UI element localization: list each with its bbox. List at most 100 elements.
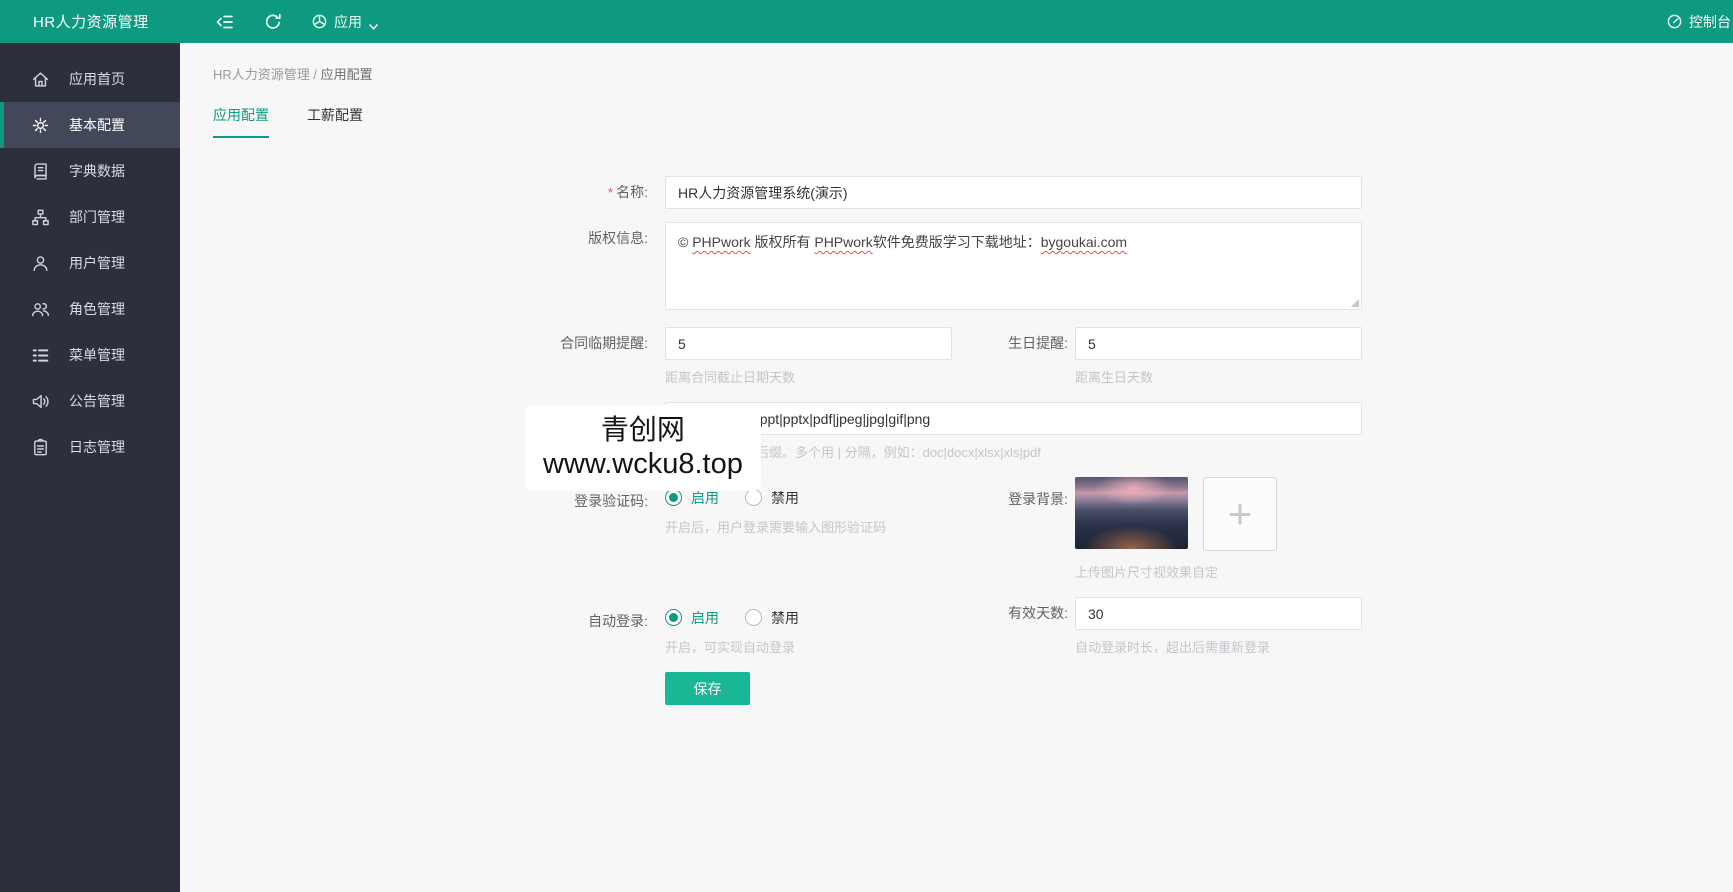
watermark: 青创网 www.wcku8.top bbox=[525, 405, 761, 491]
contract-reminder-label: 合同临期提醒: bbox=[560, 335, 648, 351]
tab-bar: 应用配置 工薪配置 bbox=[180, 83, 1733, 138]
org-chart-icon bbox=[31, 208, 50, 227]
sidebar-nav: 应用首页 基本配置 字典数据 部门管理 用户管理 角色管理 菜单管理 公告管理 … bbox=[0, 43, 180, 892]
sidebar-item-announcements[interactable]: 公告管理 bbox=[0, 378, 180, 424]
config-form: *名称: 版权信息: © PHPwork 版权所有 PHPwork软件免费版学习… bbox=[180, 176, 1733, 705]
sidebar-item-label: 公告管理 bbox=[69, 393, 125, 409]
valid-days-input[interactable] bbox=[1075, 597, 1362, 630]
tab-salary-config[interactable]: 工薪配置 bbox=[307, 105, 363, 138]
breadcrumb: HR人力资源管理 / 应用配置 bbox=[180, 43, 1733, 83]
captcha-enable-radio[interactable] bbox=[665, 489, 682, 506]
collapse-icon[interactable] bbox=[215, 12, 235, 32]
sidebar-item-label: 菜单管理 bbox=[69, 347, 125, 363]
valid-days-label: 有效天数: bbox=[1008, 605, 1068, 621]
sidebar-item-home[interactable]: 应用首页 bbox=[0, 56, 180, 102]
login-background-uploader: + bbox=[1075, 477, 1277, 551]
app-title: HR人力资源管理 bbox=[33, 14, 149, 31]
breadcrumb-separator: / bbox=[313, 67, 321, 82]
watermark-line2: www.wcku8.top bbox=[543, 448, 743, 480]
contract-reminder-input[interactable] bbox=[665, 327, 952, 360]
login-captcha-hint: 开启后，用户登录需要输入图形验证码 bbox=[665, 520, 887, 535]
auto-login-label: 自动登录: bbox=[588, 613, 648, 629]
save-button[interactable]: 保存 bbox=[665, 672, 750, 705]
attachment-types-hint: 允许上传的文件后缀。多个用 | 分隔，例如：doc|docx|xlsx|xls|… bbox=[665, 445, 1041, 460]
sidebar-item-label: 部门管理 bbox=[69, 209, 125, 225]
sidebar-item-label: 字典数据 bbox=[69, 163, 125, 179]
copyright-text-segment: 版权所有 bbox=[750, 234, 815, 250]
contract-reminder-hint: 距离合同截止日期天数 bbox=[665, 370, 796, 385]
copyright-text-segment: 软件免费版学习下载地址： bbox=[872, 234, 1041, 250]
refresh-icon[interactable] bbox=[263, 12, 283, 32]
auto-login-hint: 开启，可实现自动登录 bbox=[665, 640, 796, 655]
copyright-text-segment: bygoukai.com bbox=[1040, 234, 1128, 250]
list-icon bbox=[31, 346, 50, 365]
upload-button[interactable]: + bbox=[1203, 477, 1277, 551]
attachment-types-input[interactable] bbox=[665, 402, 1362, 435]
app-menu-button[interactable]: 应用 bbox=[297, 0, 393, 43]
birthday-reminder-input[interactable] bbox=[1075, 327, 1362, 360]
required-asterisk: * bbox=[608, 185, 614, 200]
users-icon bbox=[31, 300, 50, 319]
captcha-disable-label[interactable]: 禁用 bbox=[771, 488, 799, 508]
app-menu-label: 应用 bbox=[334, 13, 362, 30]
sidebar-item-label: 角色管理 bbox=[69, 301, 125, 317]
autologin-enable-radio[interactable] bbox=[665, 609, 682, 626]
form-row-copyright: 版权信息: © PHPwork 版权所有 PHPwork软件免费版学习下载地址：… bbox=[180, 222, 1733, 310]
clipboard-icon bbox=[31, 438, 50, 457]
plus-icon: + bbox=[1227, 490, 1253, 537]
book-icon bbox=[31, 162, 50, 181]
form-row-attachments: 附件类型: 允许上传的文件后缀。多个用 | 分隔，例如：doc|docx|xls… bbox=[180, 402, 1733, 461]
radio-dot bbox=[669, 493, 678, 502]
sidebar-item-label: 应用首页 bbox=[69, 71, 125, 87]
copyright-text-segment: © bbox=[678, 234, 693, 250]
sidebar-item-roles[interactable]: 角色管理 bbox=[0, 286, 180, 332]
copyright-label: 版权信息: bbox=[588, 230, 648, 246]
form-row-reminders: 合同临期提醒: 距离合同截止日期天数 生日提醒: 距离生日天数 bbox=[180, 327, 1733, 386]
autologin-disable-radio[interactable] bbox=[745, 609, 762, 626]
login-background-label: 登录背景: bbox=[1008, 491, 1068, 507]
chevron-down-icon bbox=[368, 18, 379, 30]
resize-grip-icon[interactable] bbox=[1350, 298, 1359, 307]
name-input[interactable] bbox=[665, 176, 1362, 209]
main-content: HR人力资源管理 / 应用配置 应用配置 工薪配置 *名称: 版权信息: © P… bbox=[180, 43, 1733, 892]
autologin-enable-label[interactable]: 启用 bbox=[691, 608, 719, 628]
breadcrumb-root[interactable]: HR人力资源管理 bbox=[213, 67, 310, 82]
sidebar-item-users[interactable]: 用户管理 bbox=[0, 240, 180, 286]
birthday-reminder-hint: 距离生日天数 bbox=[1075, 370, 1154, 385]
captcha-disable-radio[interactable] bbox=[745, 489, 762, 506]
gear-icon bbox=[31, 116, 50, 135]
valid-days-hint: 自动登录时长，超出后需重新登录 bbox=[1075, 640, 1271, 655]
sidebar-item-label: 基本配置 bbox=[69, 117, 125, 133]
watermark-line1: 青创网 bbox=[600, 414, 685, 445]
copyright-textarea[interactable]: © PHPwork 版权所有 PHPwork软件免费版学习下载地址：bygouk… bbox=[665, 222, 1362, 310]
copyright-text-segment: PHPwork bbox=[692, 234, 751, 250]
form-row-name: * 名称: bbox=[180, 176, 1733, 209]
form-row-autologin: 自动登录: 启用 禁用 开启，可实现自动登录 有效天数: 自动登录时长，超出后需… bbox=[180, 597, 1733, 656]
autologin-disable-label[interactable]: 禁用 bbox=[771, 608, 799, 628]
gauge-icon bbox=[1666, 13, 1683, 30]
speaker-icon bbox=[31, 392, 50, 411]
app-icon bbox=[311, 13, 328, 30]
sidebar-item-label: 用户管理 bbox=[69, 255, 125, 271]
birthday-reminder-label: 生日提醒: bbox=[1008, 335, 1068, 351]
radio-dot bbox=[669, 613, 678, 622]
form-row-captcha-background: 登录验证码: 启用 禁用 开启后，用户登录需要输入图形验证码 登录背景: + 上… bbox=[180, 477, 1733, 581]
login-background-hint: 上传图片尺寸视效果自定 bbox=[1075, 565, 1219, 580]
sidebar-item-dictionary[interactable]: 字典数据 bbox=[0, 148, 180, 194]
login-background-thumbnail[interactable] bbox=[1075, 477, 1188, 549]
breadcrumb-current: 应用配置 bbox=[320, 67, 373, 82]
name-label: * 名称: bbox=[608, 184, 648, 200]
sidebar-item-label: 日志管理 bbox=[69, 439, 125, 455]
tab-app-config[interactable]: 应用配置 bbox=[213, 105, 269, 138]
sidebar-item-basic-config[interactable]: 基本配置 bbox=[0, 102, 180, 148]
sidebar-item-departments[interactable]: 部门管理 bbox=[0, 194, 180, 240]
user-icon bbox=[31, 254, 50, 273]
top-header: HR人力资源管理 应用 控制台 bbox=[0, 0, 1733, 43]
console-button[interactable]: 控制台 bbox=[1666, 12, 1733, 32]
sidebar-item-logs[interactable]: 日志管理 bbox=[0, 424, 180, 470]
console-label: 控制台 bbox=[1689, 13, 1731, 30]
sidebar-item-menus[interactable]: 菜单管理 bbox=[0, 332, 180, 378]
auto-login-radio-group: 启用 禁用 bbox=[665, 597, 952, 630]
home-icon bbox=[31, 70, 50, 89]
copyright-text-segment: PHPwork bbox=[814, 234, 873, 250]
